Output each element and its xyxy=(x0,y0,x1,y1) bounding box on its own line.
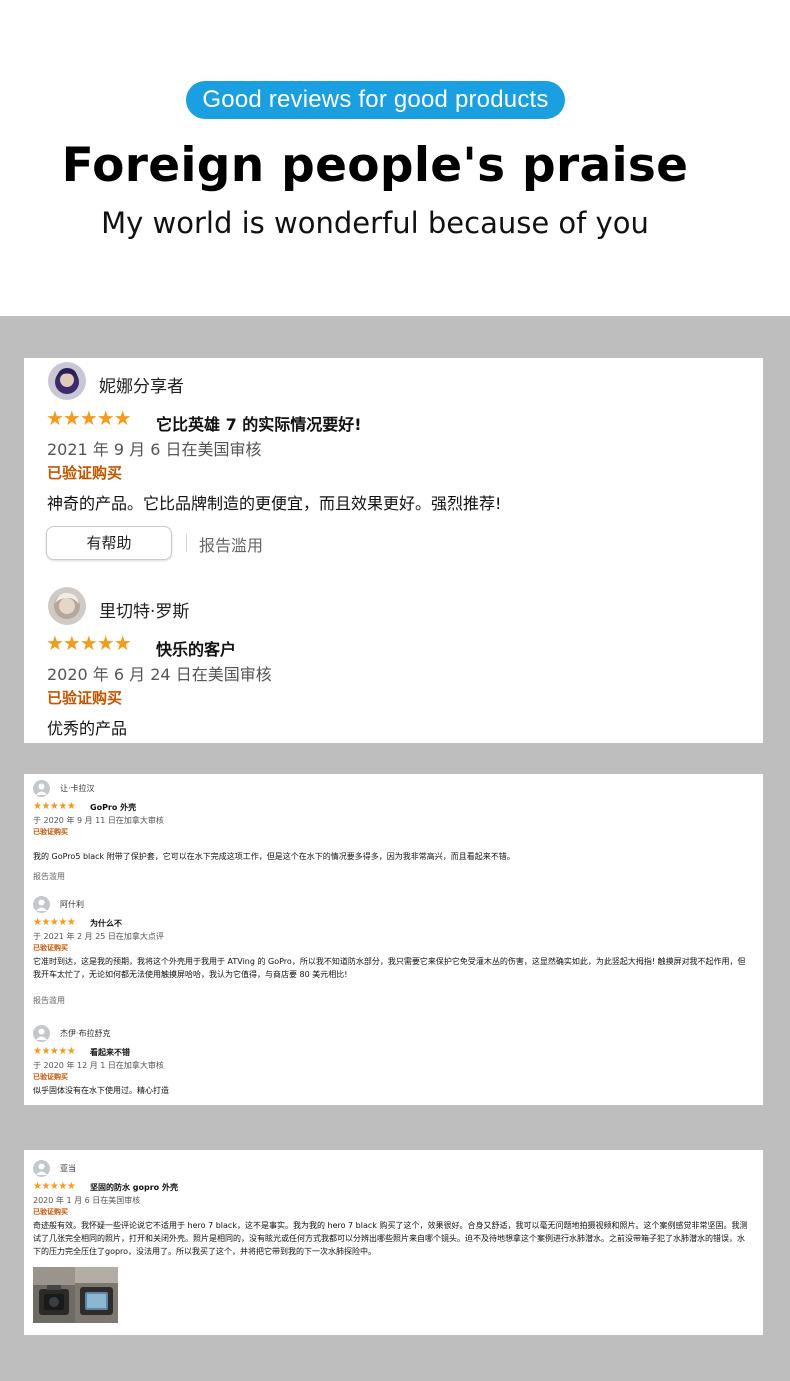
divider xyxy=(186,534,187,552)
review-card-small: 亚当 ★★★★★ 坚固的防水 gopro 外壳 2020 年 1 月 6 日在美… xyxy=(24,1150,763,1335)
verified-purchase-badge: 已验证购买 xyxy=(33,1073,68,1081)
review-body: 似乎固体没有在水下使用过。精心打造 xyxy=(33,1086,169,1095)
star-rating-icon: ★★★★★ xyxy=(33,801,76,812)
star-rating-icon: ★★★★★ xyxy=(33,917,76,928)
page-title: Foreign people's praise xyxy=(61,138,689,193)
review-photo[interactable] xyxy=(33,1267,75,1323)
review-title[interactable]: 看起来不错 xyxy=(90,1047,130,1058)
review-card-large: 妮娜分享者 ★★★★★ 它比英雄 7 的实际情况要好! 2021 年 9 月 6… xyxy=(24,358,763,743)
avatar-icon[interactable] xyxy=(33,780,50,797)
review-date: 2020 年 6 月 24 日在美国审核 xyxy=(47,665,272,684)
review-date: 2020 年 1 月 6 日在美国审核 xyxy=(33,1196,141,1205)
review-date: 于 2020 年 9 月 11 日在加拿大审核 xyxy=(33,816,164,825)
review-date: 于 2021 年 2 月 25 日在加拿大点评 xyxy=(33,932,164,941)
hero-section: Good reviews for good products Foreign p… xyxy=(0,0,790,316)
review-item: 阿什利 ★★★★★ 为什么不 于 2021 年 2 月 25 日在加拿大点评 已… xyxy=(33,896,753,1016)
review-body: 它准时到达，这是我的预期，我将这个外壳用于我用于 ATVing 的 GoPro，… xyxy=(33,957,746,979)
report-abuse-link[interactable]: 报告滥用 xyxy=(33,871,65,882)
review-body: 优秀的产品 xyxy=(47,719,128,738)
avatar-icon[interactable] xyxy=(33,1160,50,1177)
review-date: 于 2020 年 12 月 1 日在加拿大审核 xyxy=(33,1061,164,1070)
report-abuse-link[interactable]: 报告滥用 xyxy=(199,532,263,556)
tagline-pill: Good reviews for good products xyxy=(186,81,565,119)
verified-purchase-badge: 已验证购买 xyxy=(33,944,68,952)
review-title[interactable]: 坚固的防水 gopro 外壳 xyxy=(90,1182,178,1193)
reviewer-name[interactable]: 妮娜分享者 xyxy=(99,372,184,397)
verified-purchase-badge: 已验证购买 xyxy=(47,464,123,482)
reviewer-name[interactable]: 杰伊·布拉舒克 xyxy=(60,1028,111,1039)
report-abuse-link[interactable]: 报告滥用 xyxy=(33,995,65,1006)
page-subtitle: My world is wonderful because of you xyxy=(101,206,649,240)
review-title[interactable]: 快乐的客户 xyxy=(156,636,236,660)
avatar-icon[interactable] xyxy=(33,1025,50,1042)
review-title[interactable]: 为什么不 xyxy=(90,918,122,929)
review-body: 奇迹般有效。我怀疑一些评论说它不适用于 hero 7 black，这不是事实。我… xyxy=(33,1221,748,1256)
reviewer-name[interactable]: 让·卡拉汉 xyxy=(60,783,95,794)
review-item: 杰伊·布拉舒克 ★★★★★ 看起来不错 于 2020 年 12 月 1 日在加拿… xyxy=(33,1025,753,1103)
review-item: 亚当 ★★★★★ 坚固的防水 gopro 外壳 2020 年 1 月 6 日在美… xyxy=(33,1160,753,1332)
review-body: 神奇的产品。它比品牌制造的更便宜，而且效果更好。强烈推荐! xyxy=(47,494,502,513)
avatar[interactable] xyxy=(48,587,86,625)
star-rating-icon: ★★★★★ xyxy=(46,631,132,655)
review-title[interactable]: 它比英雄 7 的实际情况要好! xyxy=(156,411,362,435)
review-date: 2021 年 9 月 6 日在美国审核 xyxy=(47,440,262,459)
helpful-button[interactable]: 有帮助 xyxy=(46,526,172,560)
star-rating-icon: ★★★★★ xyxy=(46,406,132,430)
verified-purchase-badge: 已验证购买 xyxy=(33,1208,68,1216)
review-title[interactable]: GoPro 外壳 xyxy=(90,802,136,813)
reviewer-name[interactable]: 亚当 xyxy=(60,1163,76,1174)
reviewer-name[interactable]: 里切特·罗斯 xyxy=(99,597,189,622)
review-item: 让·卡拉汉 ★★★★★ GoPro 外壳 于 2020 年 9 月 11 日在加… xyxy=(33,780,753,882)
review-photo[interactable] xyxy=(75,1267,118,1323)
avatar[interactable] xyxy=(48,362,86,400)
star-rating-icon: ★★★★★ xyxy=(33,1181,76,1192)
star-rating-icon: ★★★★★ xyxy=(33,1046,76,1057)
verified-purchase-badge: 已验证购买 xyxy=(47,689,123,707)
review-card-small: 让·卡拉汉 ★★★★★ GoPro 外壳 于 2020 年 9 月 11 日在加… xyxy=(24,774,763,1105)
reviewer-name[interactable]: 阿什利 xyxy=(60,899,84,910)
avatar-icon[interactable] xyxy=(33,896,50,913)
verified-purchase-badge: 已验证购买 xyxy=(33,828,68,836)
review-body: 我的 GoPro5 black 附带了保护套，它可以在水下完成这项工作，但是这个… xyxy=(33,852,515,861)
